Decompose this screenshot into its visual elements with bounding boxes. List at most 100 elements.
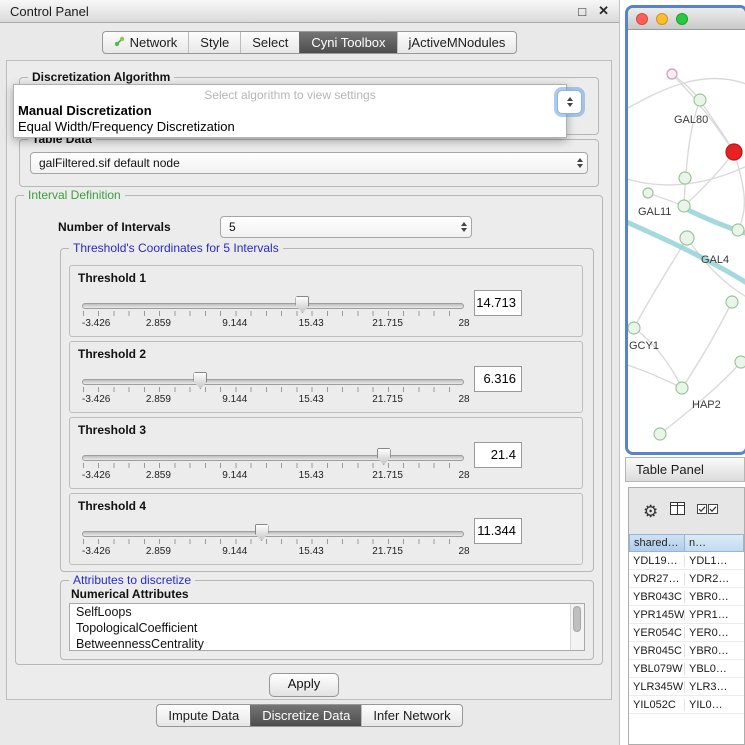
tab-style[interactable]: Style (188, 32, 240, 53)
column-header-name[interactable]: n… (685, 534, 744, 552)
network-canvas[interactable]: GAL80GAL11GAL4GCY1HAP2 (628, 30, 745, 453)
scale-label: 2.859 (146, 318, 171, 329)
network-node[interactable] (679, 172, 691, 184)
scale-label: 28 (458, 546, 469, 557)
scale-label: 9.144 (222, 394, 247, 405)
algorithm-combo-stepper[interactable] (557, 90, 582, 114)
tab-jactivemnodules[interactable]: jActiveMNodules (397, 32, 517, 53)
stepper-up-icon (567, 97, 573, 101)
table-row[interactable]: YDL19…YDL1… (629, 552, 744, 570)
network-edge (628, 362, 682, 388)
table-row[interactable]: YIL052CYIL0… (629, 696, 744, 714)
bottom-tab-infer-network[interactable]: Infer Network (361, 705, 461, 726)
scale-label: 15.43 (299, 470, 324, 481)
threshold-slider[interactable]: -3.4262.8599.14415.4321.71528 (82, 370, 464, 410)
apply-button[interactable]: Apply (269, 673, 339, 697)
table-cell: YBR0… (685, 645, 744, 657)
algorithm-option-equal-width-frequency-discretization[interactable]: Equal Width/Frequency Discretization (14, 119, 566, 135)
scale-label: -3.426 (82, 318, 110, 329)
network-node[interactable] (735, 356, 745, 368)
table-panel-header[interactable]: Table Panel (625, 457, 745, 482)
threshold-value-field[interactable]: 11.344 (474, 518, 522, 544)
network-edge (700, 100, 734, 152)
columns-icon[interactable] (670, 502, 685, 520)
network-node[interactable] (678, 200, 690, 212)
table-cell: YBR045C (629, 645, 685, 657)
scale-label: 9.144 (222, 546, 247, 557)
threshold-value-field[interactable]: 6.316 (474, 366, 522, 392)
attribute-item-selfloops[interactable]: SelfLoops (70, 604, 584, 620)
threshold-slider[interactable]: -3.4262.8599.14415.4321.71528 (82, 522, 464, 562)
tab-network[interactable]: Network (103, 32, 189, 53)
tab-cyni-toolbox[interactable]: Cyni Toolbox (299, 32, 396, 53)
threshold-slider[interactable]: -3.4262.8599.14415.4321.71528 (82, 446, 464, 486)
thresholds-group-label: Threshold's Coordinates for 5 Intervals (69, 241, 283, 255)
bottom-tab-impute-data[interactable]: Impute Data (157, 705, 250, 726)
table-row[interactable]: YBR045CYBR0… (629, 642, 744, 660)
cyni-toolbox-panel: Discretization Algorithm Select algorith… (6, 60, 612, 700)
table-row[interactable]: YBL079WYBL0… (629, 660, 744, 678)
table-data-combo-value: galFiltered.sif default node (31, 156, 572, 170)
close-button[interactable] (636, 13, 648, 25)
network-node[interactable] (726, 296, 738, 308)
slider-track[interactable] (82, 303, 464, 309)
interval-definition-group: Interval Definition Number of Intervals … (15, 195, 603, 665)
column-header-shared-name[interactable]: shared… (629, 534, 685, 552)
select-columns-icon[interactable] (697, 502, 719, 520)
table-row[interactable]: YLR345WYLR3… (629, 678, 744, 696)
network-node[interactable] (628, 322, 640, 334)
scrollbar-thumb[interactable] (573, 606, 581, 632)
scale-label: 2.859 (146, 394, 171, 405)
network-node[interactable] (732, 224, 744, 236)
attributes-scrollbar[interactable] (570, 604, 584, 650)
tab-label: Select (252, 35, 288, 50)
attributes-listbox[interactable]: SelfLoopsTopologicalCoefficientBetweenne… (69, 603, 585, 651)
gear-icon[interactable]: ⚙ (643, 503, 658, 520)
algorithm-option-manual-discretization[interactable]: Manual Discretization (14, 103, 566, 119)
network-node[interactable] (667, 69, 677, 79)
slider-track[interactable] (82, 379, 464, 385)
close-icon[interactable]: ✕ (598, 3, 609, 19)
table-data-combo[interactable]: galFiltered.sif default node (30, 152, 588, 174)
slider-track[interactable] (82, 531, 464, 537)
bottom-tab-discretize-data[interactable]: Discretize Data (250, 705, 361, 726)
zoom-button[interactable] (676, 13, 688, 25)
network-node[interactable] (726, 144, 742, 160)
table-cell: YDR27… (629, 573, 685, 585)
threshold-value-field[interactable]: 14.713 (474, 290, 522, 316)
network-node[interactable] (676, 382, 688, 394)
minimize-button[interactable] (656, 13, 668, 25)
threshold-slider[interactable]: -3.4262.8599.14415.4321.71528 (82, 294, 464, 334)
algorithm-placeholder: Select algorithm to view settings (14, 85, 566, 103)
attribute-item-betweennesscentrality[interactable]: BetweennessCentrality (70, 636, 584, 651)
table-header-row: shared… n… (629, 534, 744, 552)
tab-select[interactable]: Select (240, 32, 299, 53)
network-edge (634, 328, 682, 388)
slider-scale-labels: -3.4262.8599.14415.4321.71528 (82, 546, 464, 558)
scale-label: 2.859 (146, 470, 171, 481)
table-row[interactable]: YBR043CYBR0… (629, 588, 744, 606)
scale-label: 28 (458, 394, 469, 405)
table-row[interactable]: YER054CYER0… (629, 624, 744, 642)
network-node[interactable] (643, 188, 653, 198)
table-cell: YBL079W (629, 663, 685, 675)
table-cell: YIL052C (629, 699, 685, 711)
network-node[interactable] (654, 428, 666, 440)
network-node[interactable] (694, 94, 706, 106)
slider-track[interactable] (82, 455, 464, 461)
slider-scale-labels: -3.4262.8599.14415.4321.71528 (82, 394, 464, 406)
num-intervals-label: Number of Intervals (58, 220, 171, 234)
restore-icon[interactable]: □ (578, 4, 586, 19)
table-cell: YIL0… (685, 699, 744, 711)
table-row[interactable]: YPR145WYPR1… (629, 606, 744, 624)
scale-label: 21.715 (372, 394, 403, 405)
window-title: Control Panel (10, 4, 89, 19)
network-node-label-hap2: HAP2 (692, 399, 721, 411)
table-row[interactable]: YDR27…YDR2… (629, 570, 744, 588)
attribute-item-topologicalcoefficient[interactable]: TopologicalCoefficient (70, 620, 584, 636)
combo-updown-icon (572, 153, 587, 173)
threshold-value-field[interactable]: 21.4 (474, 442, 522, 468)
slider-ticks (83, 539, 463, 544)
num-intervals-combo[interactable]: 5 (220, 216, 472, 238)
network-node[interactable] (680, 231, 694, 245)
